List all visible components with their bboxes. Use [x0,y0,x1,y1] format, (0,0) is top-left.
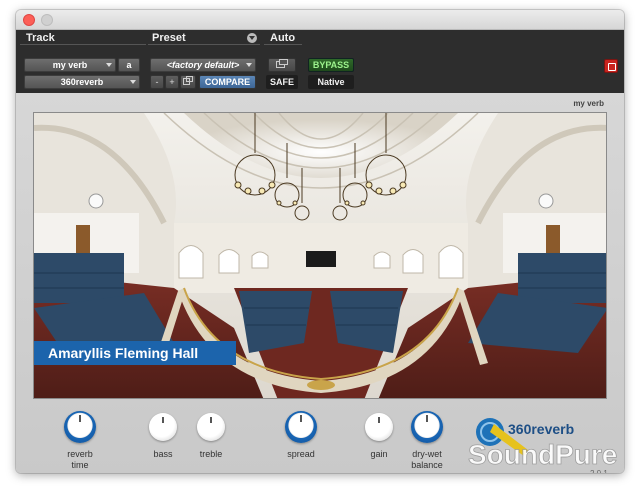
preset-name: <factory default> [166,60,240,70]
safe-button[interactable]: SAFE [266,75,298,89]
preset-menu-icon[interactable] [247,33,257,43]
insert-selector[interactable]: 360reverb [24,75,140,89]
auto-label: Auto [270,32,296,44]
track-label: Track [26,32,55,44]
native-indicator: Native [308,75,354,89]
dry-wet-balance-label: dry-wet balance [411,449,443,470]
compare-button[interactable]: COMPARE [199,75,256,89]
gain-knob[interactable] [365,413,393,441]
reverb-time-label: reverb time [67,449,93,470]
divider [148,44,260,45]
track-name: my verb [52,60,88,70]
preset-label: Preset [152,32,186,44]
close-window-button[interactable] [23,14,35,26]
plugin-body: my verb Amaryllis Fleming Hall reverb ti… [16,93,624,473]
knob-indicator [79,415,81,422]
next-preset-button[interactable]: + [165,75,179,89]
plugin-window: Track Preset Auto my verb a 360reverb <f… [16,10,624,473]
soundpure-360reverb-logo: 360reverb SoundPure 2.0.1 [468,416,623,473]
bass-knob[interactable] [149,413,177,441]
track-channel: a [126,60,132,70]
treble-label: treble [199,449,223,459]
knob-indicator [300,415,302,422]
knob-indicator [378,417,380,423]
instance-name: my verb [573,99,604,108]
track-channel-selector[interactable]: a [118,58,140,72]
insert-name: 360reverb [60,77,104,87]
reverb-time-knob[interactable] [64,411,96,443]
dry-wet-balance-knob[interactable] [411,411,443,443]
track-selector[interactable]: my verb [24,58,116,72]
minimize-window-button[interactable] [41,14,53,26]
plugin-header: Track Preset Auto my verb a 360reverb <f… [16,30,624,93]
knob-indicator [162,417,164,423]
hall-name-label: Amaryllis Fleming Hall [34,341,236,365]
target-button[interactable] [604,59,618,73]
automation-icon [276,59,288,68]
svg-text:360reverb: 360reverb [508,421,574,437]
copy-settings-button[interactable] [180,75,196,89]
svg-text:SoundPure: SoundPure [468,439,617,470]
spread-knob[interactable] [285,411,317,443]
divider [20,44,146,45]
bass-label: bass [153,449,173,459]
360reverb-logo-graphic: 360reverb SoundPure 2.0.1 [468,418,618,473]
knob-indicator [426,415,428,422]
chevron-down-icon [106,63,112,67]
treble-knob[interactable] [197,413,225,441]
divider [264,44,302,45]
gain-label: gain [370,449,388,459]
hall-photo[interactable]: Amaryllis Fleming Hall [33,112,607,399]
spread-label: spread [287,449,315,459]
copy-icon [183,76,193,85]
previous-preset-button[interactable]: - [150,75,164,89]
bypass-button[interactable]: BYPASS [308,58,354,72]
chevron-down-icon [130,80,136,84]
title-bar [16,10,624,30]
preset-selector[interactable]: <factory default> [150,58,256,72]
knob-indicator [210,417,212,423]
svg-text:2.0.1: 2.0.1 [590,469,608,473]
automation-button[interactable] [268,58,296,72]
chevron-down-icon [246,63,252,67]
